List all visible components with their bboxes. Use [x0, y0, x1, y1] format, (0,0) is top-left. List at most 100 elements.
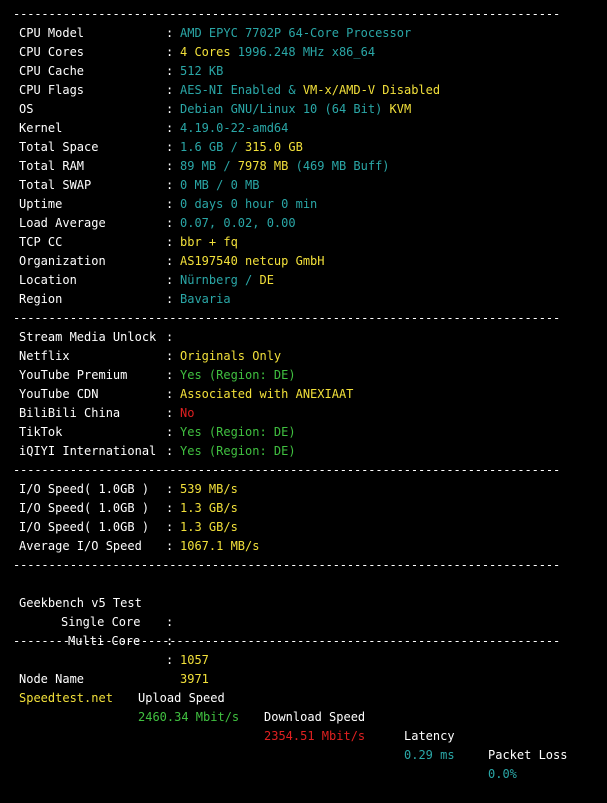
value-segment: 1.6 GB / [180, 140, 246, 154]
colon: : [166, 501, 174, 515]
geekbench-section: Geekbench v5 Test : Single Core : 1057 M… [0, 575, 607, 686]
info-value: Nürnberg / DE [180, 271, 274, 290]
info-row: Stream Media Unlock: [0, 328, 607, 347]
colon: : [166, 83, 174, 97]
info-key: I/O Speed( 1.0GB ) [19, 520, 150, 534]
value-segment: VM-x/AMD-V Disabled [302, 83, 441, 97]
info-key: TikTok [19, 425, 63, 439]
info-key: CPU Cache [19, 64, 85, 78]
value-segment: KVM [389, 102, 412, 116]
separator: ----------------------------------------… [13, 634, 561, 648]
value-segment: AMD EPYC 7702P 64-Core Processor [180, 26, 412, 40]
info-value: 1067.1 MB/s [180, 537, 259, 556]
info-value: Originals Only [180, 347, 281, 366]
packet-loss: 0.0% [488, 767, 517, 781]
info-value: 4 Cores 1996.248 MHz x86_64 [180, 43, 375, 62]
colon: : [166, 235, 174, 249]
info-key: I/O Speed( 1.0GB ) [19, 501, 150, 515]
info-key: Region [19, 292, 63, 306]
info-value: 0.07, 0.02, 0.00 [180, 214, 296, 233]
info-key: Average I/O Speed [19, 539, 142, 553]
info-value: 1.3 GB/s [180, 518, 238, 537]
colon: : [166, 406, 174, 420]
info-row: BiliBili China: No [0, 404, 607, 423]
value-segment: 1996.248 MHz x86_64 [230, 45, 376, 59]
value-segment: Nürnberg / [180, 273, 260, 287]
info-key: YouTube CDN [19, 387, 99, 401]
upload-speed: 2460.34 Mbit/s [138, 710, 240, 724]
header-upload-speed: Upload Speed [138, 691, 225, 705]
colon: : [166, 425, 174, 439]
separator: ----------------------------------------… [13, 463, 561, 477]
value-segment: AES-NI Enabled & [180, 83, 303, 97]
info-key: YouTube Premium [19, 368, 128, 382]
download-speed: 2354.51 Mbit/s [264, 729, 366, 743]
info-value: bbr + fq [180, 233, 238, 252]
separator: ----------------------------------------… [13, 558, 561, 572]
colon: : [166, 178, 174, 192]
colon: : [166, 387, 174, 401]
info-key: Total Space [19, 140, 99, 154]
info-key: CPU Flags [19, 83, 85, 97]
node-name: Speedtest.net [19, 691, 113, 705]
info-value: 0 days 0 hour 0 min [180, 195, 317, 214]
info-value: Associated with ANEXIAAT [180, 385, 353, 404]
colon: : [166, 520, 174, 534]
info-key: CPU Model [19, 26, 85, 40]
value-segment: Bavaria [180, 292, 231, 306]
geekbench-single-row: Single Core : 1057 [0, 594, 607, 667]
value-segment: Yes (Region: DE) [180, 425, 296, 439]
header-packet-loss: Packet Loss [488, 748, 568, 762]
value-segment: 1.3 GB/s [180, 520, 238, 534]
separator-line: ----------------------------------------… [0, 461, 607, 480]
info-row: Load Average:0.07, 0.02, 0.00 [0, 214, 607, 233]
geekbench-multi-row: Multi Core : 3971 [0, 613, 607, 686]
info-row: CPU Flags: AES-NI Enabled & VM-x/AMD-V Di… [0, 81, 607, 100]
speedtest-table: Node Name Upload Speed Download Speed La… [0, 651, 607, 781]
info-row: Organization: AS197540 netcup GmbH [0, 252, 607, 271]
info-value: No [180, 404, 194, 423]
colon: : [166, 273, 174, 287]
info-row: CPU Cache:512 KB [0, 62, 607, 81]
speedtest-header-row: Node Name Upload Speed Download Speed La… [0, 651, 607, 762]
colon: : [166, 102, 174, 116]
value-segment: Yes (Region: DE) [180, 368, 296, 382]
info-row: TCP CC: bbr + fq [0, 233, 607, 252]
geekbench-title-row: Geekbench v5 Test : [0, 575, 607, 629]
info-value: 539 MB/s [180, 480, 238, 499]
info-value: 0 MB / 0 MB [180, 176, 259, 195]
info-key: Netflix [19, 349, 70, 363]
info-value: Yes (Region: DE) [180, 442, 296, 461]
info-value: Yes (Region: DE) [180, 366, 296, 385]
terminal-window: ----------------------------------------… [0, 0, 607, 781]
separator-line: ----------------------------------------… [0, 5, 607, 24]
info-key: Kernel [19, 121, 63, 135]
info-row: Average I/O Speed:1067.1 MB/s [0, 537, 607, 556]
value-segment: (469 MB Buff) [288, 159, 390, 173]
info-row: I/O Speed( 1.0GB ):1.3 GB/s [0, 499, 607, 518]
info-row: Kernel:4.19.0-22-amd64 [0, 119, 607, 138]
info-row: Total Space:1.6 GB / 315.0 GB [0, 138, 607, 157]
info-row: I/O Speed( 1.0GB ):1.3 GB/s [0, 518, 607, 537]
value-segment: 315.0 GB [245, 140, 303, 154]
info-key: Stream Media Unlock [19, 330, 157, 344]
info-row: iQIYI International: Yes (Region: DE) [0, 442, 607, 461]
info-row: Region: Bavaria [0, 290, 607, 309]
io-speed-section: I/O Speed( 1.0GB ):539 MB/s I/O Speed( 1.… [0, 480, 607, 556]
info-row: YouTube CDN: Associated with ANEXIAAT [0, 385, 607, 404]
colon: : [166, 539, 174, 553]
info-key: iQIYI International [19, 444, 157, 458]
latency: 0.29 ms [404, 748, 455, 762]
header-download-speed: Download Speed [264, 710, 366, 724]
value-segment: 512 KB [180, 64, 224, 78]
value-segment: 89 MB / [180, 159, 238, 173]
colon: : [166, 482, 174, 496]
value-segment: 539 MB/s [180, 482, 238, 496]
table-row: Speedtest.net 2460.34 Mbit/s 2354.51 Mbi… [0, 670, 607, 781]
info-row: TikTok: Yes (Region: DE) [0, 423, 607, 442]
value-segment: 0.07, 0.02, 0.00 [180, 216, 296, 230]
info-row: OS: Debian GNU/Linux 10 (64 Bit) KVM [0, 100, 607, 119]
colon: : [166, 444, 174, 458]
value-segment: AS197540 netcup GmbH [180, 254, 325, 268]
separator-line: ----------------------------------------… [0, 556, 607, 575]
